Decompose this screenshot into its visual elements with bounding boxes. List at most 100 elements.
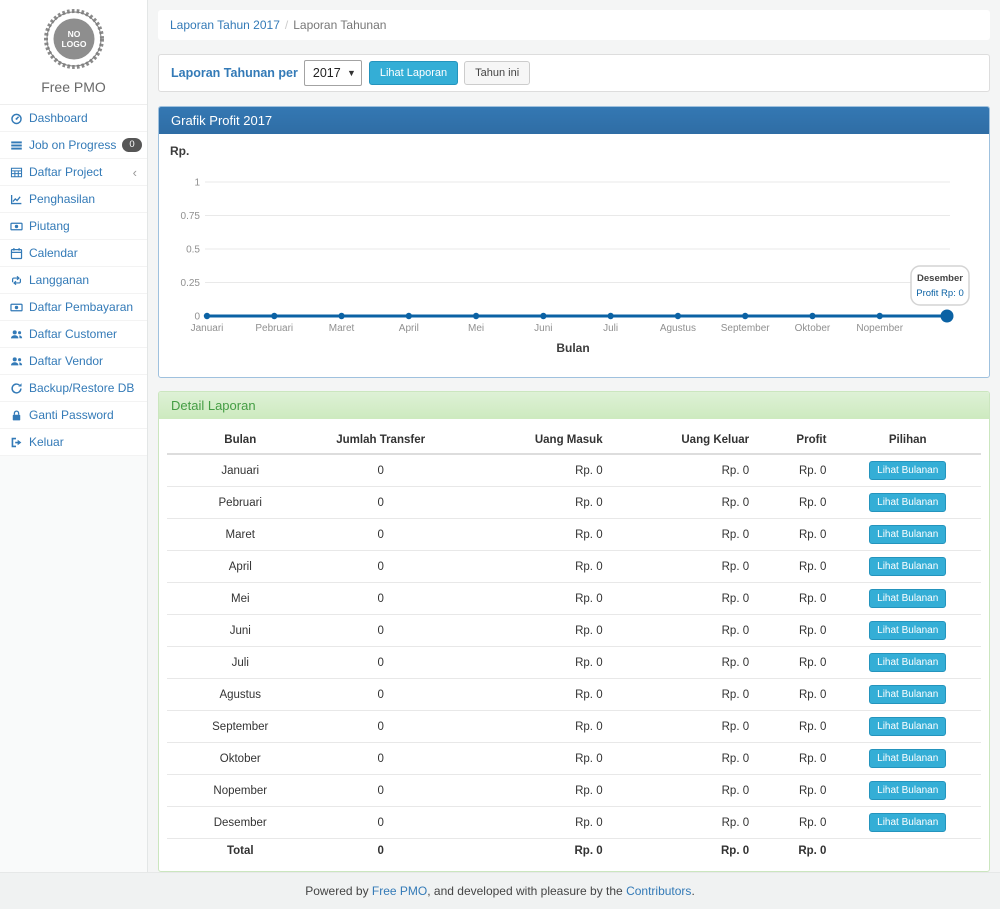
cell-bulan: Pebruari	[167, 487, 314, 519]
x-tick-label: Agustus	[660, 323, 696, 334]
sidebar-item-label: Daftar Pembayaran	[29, 300, 133, 314]
lihat-bulanan-button[interactable]: Lihat Bulanan	[869, 781, 946, 800]
cell-bulan: April	[167, 551, 314, 583]
cell-profit: Rp. 0	[757, 807, 834, 839]
lihat-bulanan-button[interactable]: Lihat Bulanan	[869, 717, 946, 736]
x-tick-label: Juli	[603, 323, 618, 334]
cell-uang-masuk: Rp. 0	[448, 647, 611, 679]
cell-uang-masuk: Rp. 0	[448, 743, 611, 775]
lihat-bulanan-button[interactable]: Lihat Bulanan	[869, 653, 946, 672]
cell-uang-keluar: Rp. 0	[611, 743, 758, 775]
chart-point[interactable]	[675, 313, 681, 319]
cell-jumlah-transfer: 0	[314, 615, 448, 647]
lihat-bulanan-button[interactable]: Lihat Bulanan	[869, 685, 946, 704]
users-icon	[10, 328, 23, 341]
sidebar-item-job-on-progress[interactable]: Job on Progress 0	[0, 132, 147, 159]
cell-uang-masuk: Rp. 0	[448, 615, 611, 647]
cell-bulan: Juli	[167, 647, 314, 679]
chart-point[interactable]	[338, 313, 344, 319]
cell-jumlah-transfer: 0	[314, 743, 448, 775]
chart-point[interactable]	[607, 313, 613, 319]
sidebar-item-daftar-project[interactable]: Daftar Project‹	[0, 159, 147, 186]
cell-uang-masuk: Rp. 0	[448, 519, 611, 551]
footer-text-suffix: .	[691, 884, 694, 898]
cell-profit: Rp. 0	[757, 743, 834, 775]
total-cell-jumlah-transfer: 0	[314, 839, 448, 864]
chart-point[interactable]	[406, 313, 412, 319]
lihat-laporan-button[interactable]: Lihat Laporan	[369, 61, 458, 85]
cell-uang-keluar: Rp. 0	[611, 519, 758, 551]
cell-jumlah-transfer: 0	[314, 454, 448, 487]
total-cell-empty	[834, 839, 981, 864]
lihat-bulanan-button[interactable]: Lihat Bulanan	[869, 621, 946, 640]
lihat-bulanan-button[interactable]: Lihat Bulanan	[869, 749, 946, 768]
count-badge: 0	[122, 138, 141, 152]
sidebar-item-label: Dashboard	[29, 111, 88, 125]
sidebar-item-keluar[interactable]: Keluar	[0, 429, 147, 456]
cell-jumlah-transfer: 0	[314, 519, 448, 551]
chart-point[interactable]	[877, 313, 883, 319]
lihat-bulanan-button[interactable]: Lihat Bulanan	[869, 493, 946, 512]
lock-icon	[10, 409, 23, 422]
profit-chart: Rp.00.250.50.751JanuariPebruariMaretApri…	[159, 134, 989, 377]
chart-point[interactable]	[271, 313, 277, 319]
tahun-ini-button[interactable]: Tahun ini	[464, 61, 530, 85]
sidebar-item-daftar-pembayaran[interactable]: Daftar Pembayaran	[0, 294, 147, 321]
cell-pilihan: Lihat Bulanan	[834, 615, 981, 647]
table-row: Maret0Rp. 0Rp. 0Rp. 0Lihat Bulanan	[167, 519, 981, 551]
chart-point[interactable]	[941, 310, 954, 323]
y-tick-label: 0.75	[181, 211, 201, 222]
table-row: Pebruari0Rp. 0Rp. 0Rp. 0Lihat Bulanan	[167, 487, 981, 519]
chart-canvas: Rp.00.250.50.751JanuariPebruariMaretApri…	[159, 136, 989, 370]
chart-point[interactable]	[473, 313, 479, 319]
y-tick-label: 1	[194, 178, 200, 189]
y-tick-label: 0	[194, 312, 200, 323]
lihat-bulanan-button[interactable]: Lihat Bulanan	[869, 525, 946, 544]
sidebar-item-daftar-vendor[interactable]: Daftar Vendor	[0, 348, 147, 375]
breadcrumb-link[interactable]: Laporan Tahun 2017	[170, 18, 280, 32]
chart-panel-title: Grafik Profit 2017	[159, 107, 989, 134]
year-select[interactable]: 2017 ▼	[304, 60, 362, 86]
line-chart-icon	[10, 193, 23, 206]
table-row: Januari0Rp. 0Rp. 0Rp. 0Lihat Bulanan	[167, 454, 981, 487]
lihat-bulanan-button[interactable]: Lihat Bulanan	[869, 557, 946, 576]
chart-point[interactable]	[540, 313, 546, 319]
footer-contributors-link[interactable]: Contributors	[626, 884, 691, 898]
lihat-bulanan-button[interactable]: Lihat Bulanan	[869, 461, 946, 480]
chart-point[interactable]	[204, 313, 210, 319]
sidebar-item-label: Job on Progress	[29, 138, 116, 152]
sidebar-item-label: Piutang	[29, 219, 70, 233]
sidebar-item-label: Daftar Project	[29, 165, 102, 179]
footer-freepmo-link[interactable]: Free PMO	[372, 884, 427, 898]
chart-point[interactable]	[742, 313, 748, 319]
cell-profit: Rp. 0	[757, 615, 834, 647]
table-row: Juli0Rp. 0Rp. 0Rp. 0Lihat Bulanan	[167, 647, 981, 679]
cell-bulan: Maret	[167, 519, 314, 551]
money-icon	[10, 220, 23, 233]
sidebar-item-label: Keluar	[29, 435, 64, 449]
cell-bulan: Nopember	[167, 775, 314, 807]
cell-profit: Rp. 0	[757, 711, 834, 743]
sidebar-item-daftar-customer[interactable]: Daftar Customer	[0, 321, 147, 348]
sidebar-item-piutang[interactable]: Piutang	[0, 213, 147, 240]
sidebar-item-langganan[interactable]: Langganan	[0, 267, 147, 294]
app-layout: NO LOGO Free PMO DashboardJob on Progres…	[0, 0, 1000, 872]
sidebar-top: NO LOGO Free PMO DashboardJob on Progres…	[0, 0, 147, 456]
x-tick-label: Mei	[468, 323, 484, 334]
sidebar-item-dashboard[interactable]: Dashboard	[0, 105, 147, 132]
caret-down-icon: ▼	[347, 68, 356, 78]
filter-bar: Laporan Tahunan per 2017 ▼ Lihat Laporan…	[158, 54, 990, 92]
chart-tooltip: DesemberProfit Rp: 0	[911, 266, 969, 305]
sidebar-item-label: Daftar Customer	[29, 327, 117, 341]
chart-point[interactable]	[809, 313, 815, 319]
sidebar-item-penghasilan[interactable]: Penghasilan	[0, 186, 147, 213]
lihat-bulanan-button[interactable]: Lihat Bulanan	[869, 813, 946, 832]
total-cell-bulan: Total	[167, 839, 314, 864]
sidebar-item-ganti-password[interactable]: Ganti Password	[0, 402, 147, 429]
sidebar-item-backup-restore-db[interactable]: Backup/Restore DB	[0, 375, 147, 402]
cell-pilihan: Lihat Bulanan	[834, 647, 981, 679]
table-row: Mei0Rp. 0Rp. 0Rp. 0Lihat Bulanan	[167, 583, 981, 615]
lihat-bulanan-button[interactable]: Lihat Bulanan	[869, 589, 946, 608]
sidebar-item-calendar[interactable]: Calendar	[0, 240, 147, 267]
money-icon	[10, 301, 23, 314]
